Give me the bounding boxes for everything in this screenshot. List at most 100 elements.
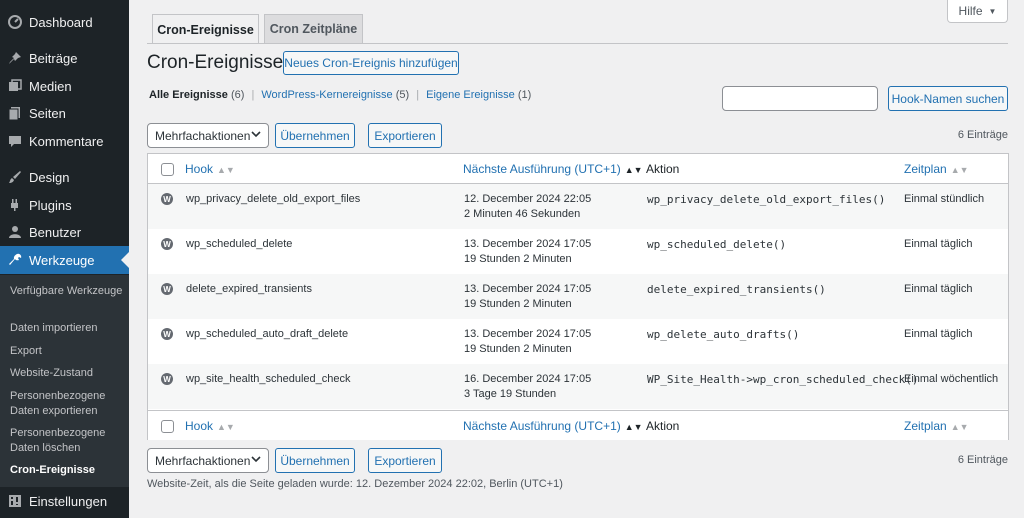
menu-design[interactable]: Design: [0, 164, 129, 190]
help-button[interactable]: Hilfe ▼: [947, 0, 1008, 23]
wordpress-icon: W: [161, 193, 173, 205]
menu-pages[interactable]: Seiten: [0, 100, 129, 126]
filter-core[interactable]: WordPress-Kernereignisse: [261, 89, 392, 101]
next-run: 12. December 2024 22:05 2 Minuten 46 Seku…: [464, 193, 592, 220]
user-icon: [8, 225, 22, 239]
sort-icon: ▲▼: [217, 422, 235, 432]
apply-button-bottom[interactable]: Übernehmen: [275, 448, 355, 473]
menu-label: Dashboard: [29, 14, 93, 30]
menu-label: Design: [29, 169, 70, 185]
schedule: Einmal täglich: [904, 283, 973, 295]
column-action: Aktion: [646, 162, 680, 176]
filter-own-count: (1): [517, 89, 532, 101]
sort-icon: ▲▼: [950, 422, 969, 432]
help-label: Hilfe: [958, 4, 983, 18]
bulk-actions-select-bottom[interactable]: Mehrfachaktionen: [147, 448, 269, 473]
schedule: Einmal täglich: [904, 238, 973, 250]
search-hooks-button[interactable]: Hook-Namen suchen: [888, 86, 1008, 111]
pin-icon: [8, 51, 22, 65]
submenu-cron-events[interactable]: Cron-Ereignisse: [10, 463, 125, 478]
bulk-actions-value: Mehrfachaktionen: [155, 128, 251, 143]
menu-posts[interactable]: Beiträge: [0, 45, 129, 71]
menu-tools[interactable]: Werkzeuge: [0, 246, 129, 274]
bulk-actions-select-top[interactable]: Mehrfachaktionen: [147, 123, 269, 148]
export-button-bottom[interactable]: Exportieren: [368, 448, 442, 473]
filter-core-count: (5): [395, 89, 410, 101]
caret-down-icon: ▼: [988, 6, 997, 16]
table-row: W delete_expired_transients 13. December…: [148, 274, 1008, 319]
sort-active-icon: ▲▼: [624, 165, 643, 175]
table-row: W wp_site_health_scheduled_check 16. Dec…: [148, 364, 1008, 409]
column-schedule[interactable]: Zeitplan ▲▼: [904, 162, 969, 176]
hook-name: wp_privacy_delete_old_export_files: [186, 193, 361, 205]
submenu-available-tools[interactable]: Verfügbare Werkzeuge: [10, 284, 125, 299]
menu-label: Kommentare: [29, 133, 104, 149]
tools-submenu: Verfügbare Werkzeuge Daten importieren E…: [0, 275, 129, 487]
plugin-icon: [8, 198, 22, 212]
action-callback: wp_privacy_delete_old_export_files(): [647, 193, 886, 206]
hook-name: wp_scheduled_auto_draft_delete: [186, 328, 349, 340]
filter-all-count: (6): [230, 89, 245, 101]
menu-users[interactable]: Benutzer: [0, 219, 129, 245]
export-button-top[interactable]: Exportieren: [368, 123, 442, 148]
wrench-icon: [8, 253, 22, 267]
sort-icon: ▲▼: [950, 165, 969, 175]
select-all-checkbox-bottom[interactable]: [161, 420, 174, 433]
column-next-run[interactable]: Nächste Ausführung (UTC+1) ▲▼: [463, 162, 643, 176]
column-next-run-footer[interactable]: Nächste Ausführung (UTC+1) ▲▼: [463, 419, 643, 433]
next-run: 13. December 2024 17:05 19 Stunden 2 Minu…: [464, 283, 592, 310]
site-time-note: Website-Zeit, als die Seite geladen wurd…: [147, 478, 563, 490]
tab-cron-schedules[interactable]: Cron Zeitpläne: [264, 14, 363, 43]
add-cron-event-button[interactable]: Neues Cron-Ereignis hinzufügen: [283, 51, 459, 75]
menu-label: Plugins: [29, 197, 72, 213]
select-all-checkbox[interactable]: [161, 163, 174, 176]
tab-cron-events[interactable]: Cron-Ereignisse: [152, 14, 259, 44]
action-callback: wp_delete_auto_drafts(): [647, 328, 800, 341]
column-hook-footer[interactable]: Hook ▲▼: [185, 419, 235, 433]
comment-icon: [8, 134, 22, 148]
item-count-top: 6 Einträge: [957, 129, 1008, 141]
submenu-site-health[interactable]: Website-Zustand: [10, 366, 125, 381]
sort-active-icon: ▲▼: [624, 422, 643, 432]
next-run: 16. December 2024 17:05 3 Tage 19 Stunden: [464, 373, 592, 400]
menu-label: Medien: [29, 78, 72, 94]
schedule: Einmal täglich: [904, 328, 973, 340]
hook-name: wp_site_health_scheduled_check: [186, 373, 351, 385]
hook-name: wp_scheduled_delete: [186, 238, 293, 250]
table-row: W wp_privacy_delete_old_export_files 12.…: [148, 184, 1008, 229]
table-row: W wp_scheduled_auto_draft_delete 13. Dec…: [148, 319, 1008, 364]
menu-settings[interactable]: Einstellungen: [0, 488, 129, 514]
hook-name: delete_expired_transients: [186, 283, 312, 295]
action-callback: wp_scheduled_delete(): [647, 238, 787, 251]
schedule: Einmal wöchentlich: [904, 373, 999, 385]
submenu-export-personal-data[interactable]: Personenbezogene Daten exportieren: [10, 389, 125, 419]
chevron-down-icon: [251, 454, 261, 467]
submenu-export[interactable]: Export: [10, 344, 125, 359]
menu-comments[interactable]: Kommentare: [0, 128, 129, 154]
sort-icon: ▲▼: [217, 165, 235, 175]
menu-dashboard[interactable]: Dashboard: [0, 9, 129, 35]
search-input[interactable]: [722, 86, 878, 111]
cron-events-table: Hook ▲▼ Nächste Ausführung (UTC+1) ▲▼ Akti…: [147, 153, 1009, 440]
submenu-import[interactable]: Daten importieren: [10, 321, 125, 336]
submenu-erase-personal-data[interactable]: Personenbezogene Daten löschen: [10, 426, 125, 456]
filter-own[interactable]: Eigene Ereignisse: [426, 89, 515, 101]
table-footer: Hook ▲▼ Nächste Ausführung (UTC+1) ▲▼ Akti…: [148, 410, 1008, 440]
column-hook[interactable]: Hook ▲▼: [185, 162, 235, 176]
wordpress-icon: W: [161, 373, 173, 385]
table-header: Hook ▲▼ Nächste Ausführung (UTC+1) ▲▼ Akti…: [148, 154, 1008, 184]
wordpress-icon: W: [161, 238, 173, 250]
media-icon: [8, 79, 22, 93]
dashboard-icon: [8, 15, 22, 29]
menu-media[interactable]: Medien: [0, 73, 129, 99]
bulk-actions-value: Mehrfachaktionen: [155, 453, 251, 468]
menu-plugins[interactable]: Plugins: [0, 192, 129, 218]
next-run: 13. December 2024 17:05 19 Stunden 2 Minu…: [464, 328, 592, 355]
pages-icon: [8, 106, 22, 120]
action-callback: WP_Site_Health->wp_cron_scheduled_check(…: [647, 373, 919, 386]
menu-label: Benutzer: [29, 224, 82, 240]
column-schedule-footer[interactable]: Zeitplan ▲▼: [904, 419, 969, 433]
filter-all[interactable]: Alle Ereignisse: [149, 89, 228, 101]
settings-icon: [8, 494, 22, 508]
apply-button-top[interactable]: Übernehmen: [275, 123, 355, 148]
